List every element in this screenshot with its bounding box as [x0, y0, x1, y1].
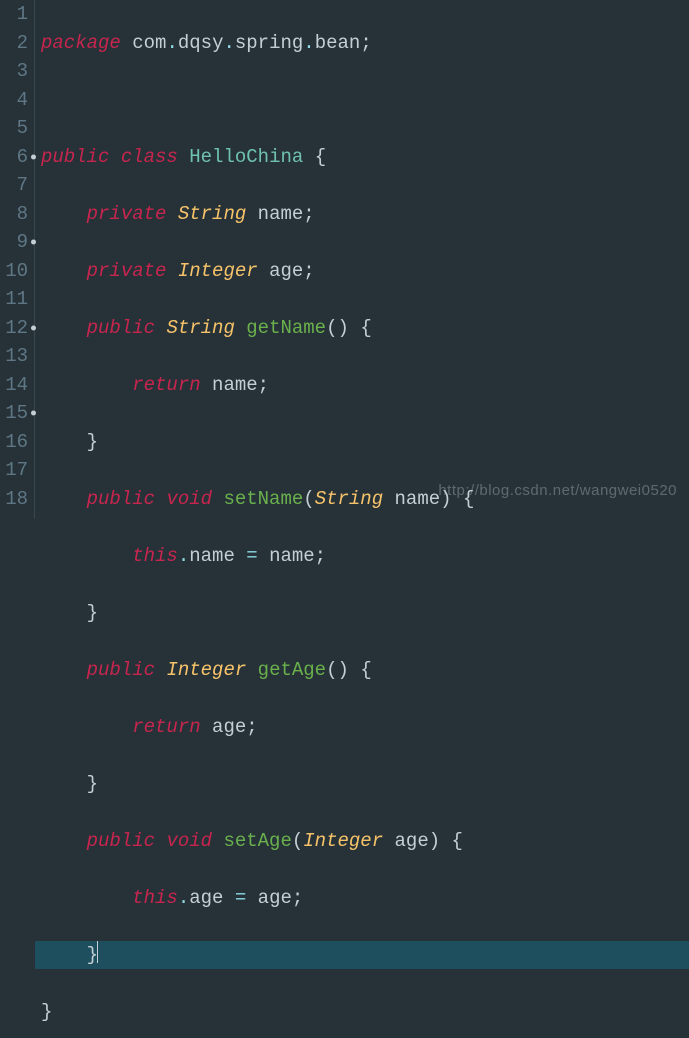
- code-line: package com.dqsy.spring.bean;: [41, 29, 689, 58]
- line-number: 14: [2, 371, 28, 400]
- code-area[interactable]: package com.dqsy.spring.bean; public cla…: [35, 0, 689, 519]
- code-editor: 1 2 3 4 5 6 7 8 9 10 11 12 13 14 15 16 1…: [0, 0, 689, 519]
- code-line-active: }: [35, 941, 689, 970]
- code-line: public Integer getAge() {: [41, 656, 689, 685]
- code-line: this.name = name;: [41, 542, 689, 571]
- line-number-gutter: 1 2 3 4 5 6 7 8 9 10 11 12 13 14 15 16 1…: [0, 0, 35, 519]
- line-number: 17: [2, 456, 28, 485]
- code-line: public String getName() {: [41, 314, 689, 343]
- code-line: }: [41, 998, 689, 1027]
- line-number: 1: [2, 0, 28, 29]
- line-number: 3: [2, 57, 28, 86]
- line-number: 13: [2, 342, 28, 371]
- code-line: this.age = age;: [41, 884, 689, 913]
- code-line: private String name;: [41, 200, 689, 229]
- code-line: }: [41, 428, 689, 457]
- line-number: 12: [2, 314, 28, 343]
- code-line: }: [41, 599, 689, 628]
- line-number: 15: [2, 399, 28, 428]
- code-line: private Integer age;: [41, 257, 689, 286]
- line-number: 6: [2, 143, 28, 172]
- line-number: 8: [2, 200, 28, 229]
- line-number: 7: [2, 171, 28, 200]
- line-number: 5: [2, 114, 28, 143]
- code-line: }: [41, 770, 689, 799]
- code-line: public void setName(String name) {: [41, 485, 689, 514]
- line-number: 16: [2, 428, 28, 457]
- line-number: 18: [2, 485, 28, 514]
- line-number: 10: [2, 257, 28, 286]
- line-number: 4: [2, 86, 28, 115]
- code-line: return name;: [41, 371, 689, 400]
- line-number: 2: [2, 29, 28, 58]
- line-number: 11: [2, 285, 28, 314]
- code-line: return age;: [41, 713, 689, 742]
- code-line: public void setAge(Integer age) {: [41, 827, 689, 856]
- code-line: [41, 86, 689, 115]
- code-line: public class HelloChina {: [41, 143, 689, 172]
- text-cursor-icon: [97, 941, 98, 963]
- line-number: 9: [2, 228, 28, 257]
